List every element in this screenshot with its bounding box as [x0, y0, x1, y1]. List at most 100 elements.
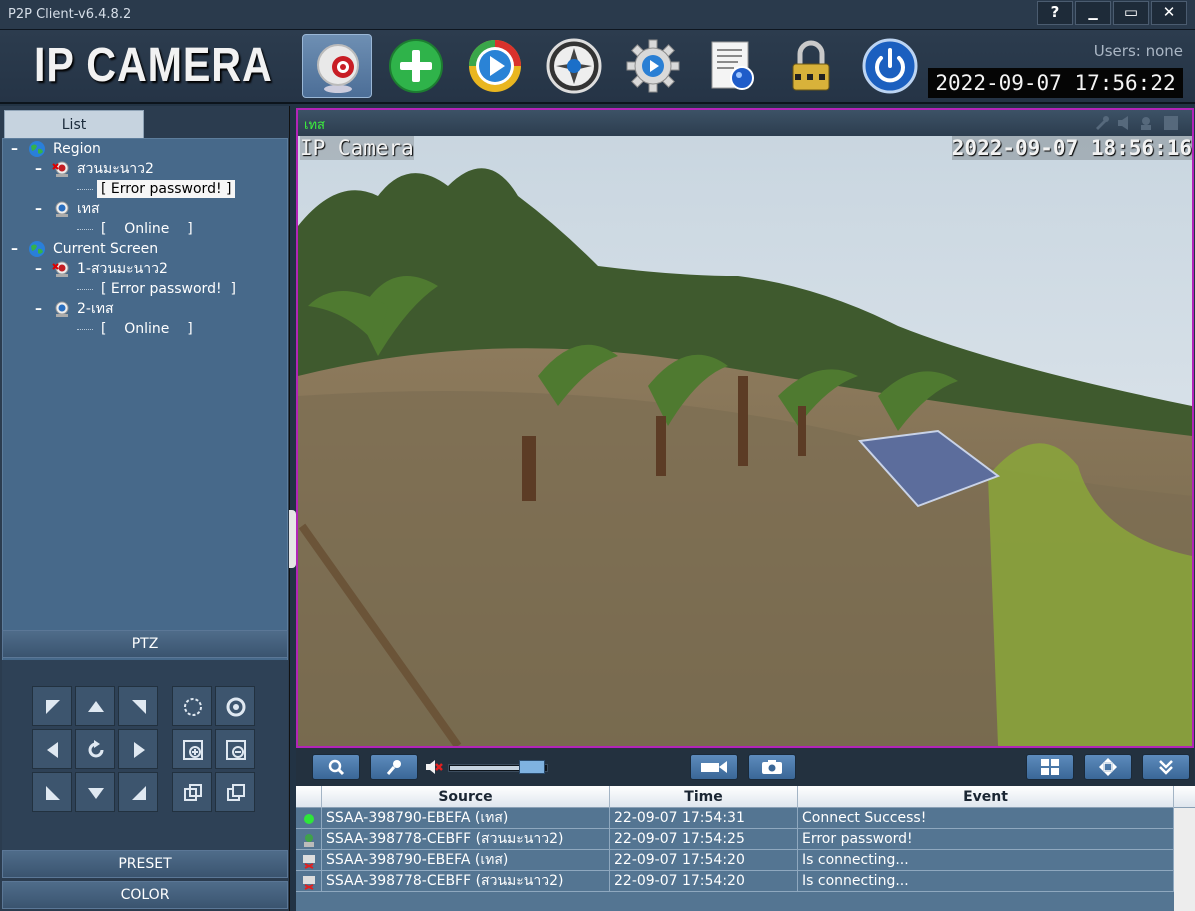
event-log-header: Source Time Event	[296, 786, 1195, 808]
collapse-toggle[interactable]: –	[35, 199, 45, 219]
record-video-button[interactable]	[690, 754, 738, 780]
status-connecting-icon	[303, 876, 315, 890]
settings-button[interactable]	[618, 34, 688, 98]
panel-splitter[interactable]	[289, 510, 296, 568]
tree-connector	[77, 229, 93, 230]
system-clock: 2022-09-07 17:56:22	[928, 68, 1183, 98]
preset-section-header[interactable]: PRESET	[2, 850, 288, 878]
live-video-feed[interactable]: IP Camera 2022-09-07 18:56:16	[298, 136, 1192, 746]
tree-camera-2[interactable]: เทส	[77, 199, 100, 219]
ptz-up-left-button[interactable]	[32, 686, 72, 726]
ptz-down-right-button[interactable]	[118, 772, 158, 812]
tree-region[interactable]: Region	[53, 139, 101, 159]
ptz-down-button[interactable]	[75, 772, 115, 812]
power-button[interactable]	[855, 34, 925, 98]
minimize-button[interactable]: ▁	[1075, 1, 1111, 25]
app-header: IP CAMERA Users: none 2022-09-07 17:56:2…	[0, 30, 1195, 104]
volume-slider-thumb[interactable]	[519, 760, 545, 774]
iris-open-button[interactable]	[215, 686, 255, 726]
record-button[interactable]	[539, 34, 609, 98]
fullscreen-button[interactable]	[1084, 754, 1132, 780]
log-row[interactable]: SSAA-398790-EBEFA (เทส) 22-09-07 17:54:20…	[296, 850, 1174, 871]
log-source-cell: SSAA-398778-CEBFF (สวนมะนาว2)	[322, 871, 610, 892]
power-icon	[862, 38, 918, 94]
log-source-cell: SSAA-398790-EBEFA (เทส)	[322, 850, 610, 871]
grid-icon	[1041, 759, 1059, 775]
video-pane[interactable]: เทส IP Camera 2022-09-07 18:56:16	[296, 108, 1194, 748]
status-connecting-icon	[303, 855, 315, 869]
log-row[interactable]: SSAA-398778-CEBFF (สวนมะนาว2) 22-09-07 17…	[296, 829, 1174, 850]
camera-1-status[interactable]: [ Error password! ]	[97, 180, 236, 198]
screen-1-status[interactable]: [ Error password! ]	[97, 280, 240, 298]
collapse-toggle[interactable]: –	[35, 159, 45, 179]
ptz-up-right-button[interactable]	[118, 686, 158, 726]
tree-screen-1[interactable]: 1-สวนมะนาว2	[77, 259, 168, 279]
ptz-auto-rotate-button[interactable]	[75, 729, 115, 769]
split-screen-button[interactable]	[1026, 754, 1074, 780]
zoom-in-button[interactable]	[172, 729, 212, 769]
event-log: Source Time Event SSAA-398790-EBEFA (เทส…	[296, 786, 1195, 911]
help-button[interactable]: ?	[1037, 1, 1073, 25]
digital-zoom-button[interactable]	[312, 754, 360, 780]
lock-button[interactable]	[776, 34, 846, 98]
tree-camera-1[interactable]: สวนมะนาว2	[77, 159, 154, 179]
camera-error-icon	[52, 161, 69, 177]
screen-2-status[interactable]: [ Online ]	[97, 320, 197, 338]
camera-error-icon	[52, 261, 69, 277]
ptz-panel	[2, 660, 288, 850]
osd-camera-name: IP Camera	[300, 136, 414, 160]
camera-2-status[interactable]: [ Online ]	[97, 220, 197, 238]
channel-name: เทส	[304, 118, 325, 133]
arrow-down-right-icon	[132, 786, 146, 800]
log-event-cell: Is connecting...	[798, 850, 1174, 871]
event-log-scrollbar[interactable]	[1174, 808, 1195, 911]
ptz-left-button[interactable]	[32, 729, 72, 769]
tree-current-screen[interactable]: Current Screen	[53, 239, 158, 259]
log-column-time[interactable]: Time	[610, 786, 798, 808]
title-bar: P2P Client-v6.4.8.2 ? ▁ ▭ ✕	[0, 0, 1195, 30]
zoom-out-icon	[226, 740, 246, 760]
ptz-section-header[interactable]: PTZ	[2, 630, 288, 658]
speaker-muted-icon[interactable]	[424, 758, 444, 776]
focus-far-icon	[227, 784, 245, 801]
globe-icon	[29, 241, 45, 257]
tree-screen-2[interactable]: 2-เทส	[77, 299, 114, 319]
ptz-up-button[interactable]	[75, 686, 115, 726]
maximize-button[interactable]: ▭	[1113, 1, 1149, 25]
maximize-icon: ▭	[1123, 3, 1139, 21]
camera-icon	[762, 760, 782, 774]
collapse-toggle[interactable]: –	[35, 299, 45, 319]
focus-far-button[interactable]	[215, 772, 255, 812]
arrow-up-right-icon	[132, 700, 146, 714]
log-row[interactable]: SSAA-398778-CEBFF (สวนมะนาว2) 22-09-07 17…	[296, 871, 1174, 892]
add-device-button[interactable]	[381, 34, 451, 98]
log-column-event[interactable]: Event	[798, 786, 1174, 808]
ptz-right-button[interactable]	[118, 729, 158, 769]
plus-icon	[389, 39, 443, 93]
log-column-source[interactable]: Source	[322, 786, 610, 808]
talk-button[interactable]	[370, 754, 418, 780]
microphone-icon	[386, 760, 401, 775]
zoom-in-icon	[183, 740, 203, 760]
log-report-button[interactable]	[697, 34, 767, 98]
collapse-toggle[interactable]: –	[35, 259, 45, 279]
snapshot-button[interactable]	[748, 754, 796, 780]
ptz-down-left-button[interactable]	[32, 772, 72, 812]
video-pane-header: เทส	[298, 110, 1192, 136]
close-button[interactable]: ✕	[1151, 1, 1187, 25]
live-view-button[interactable]	[302, 34, 372, 98]
playback-button[interactable]	[460, 34, 530, 98]
zoom-out-button[interactable]	[215, 729, 255, 769]
status-error-icon	[304, 834, 314, 847]
collapse-log-button[interactable]	[1142, 754, 1190, 780]
collapse-toggle[interactable]: –	[11, 139, 21, 159]
log-row[interactable]: SSAA-398790-EBEFA (เทส) 22-09-07 17:54:31…	[296, 808, 1174, 829]
collapse-toggle[interactable]: –	[11, 239, 21, 259]
log-source-cell: SSAA-398790-EBEFA (เทส)	[322, 808, 610, 829]
log-column-status	[296, 786, 322, 808]
focus-near-button[interactable]	[172, 772, 212, 812]
tab-list[interactable]: List	[4, 110, 144, 138]
color-section-header[interactable]: COLOR	[2, 881, 288, 909]
log-time-cell: 22-09-07 17:54:20	[610, 850, 798, 871]
iris-close-button[interactable]	[172, 686, 212, 726]
